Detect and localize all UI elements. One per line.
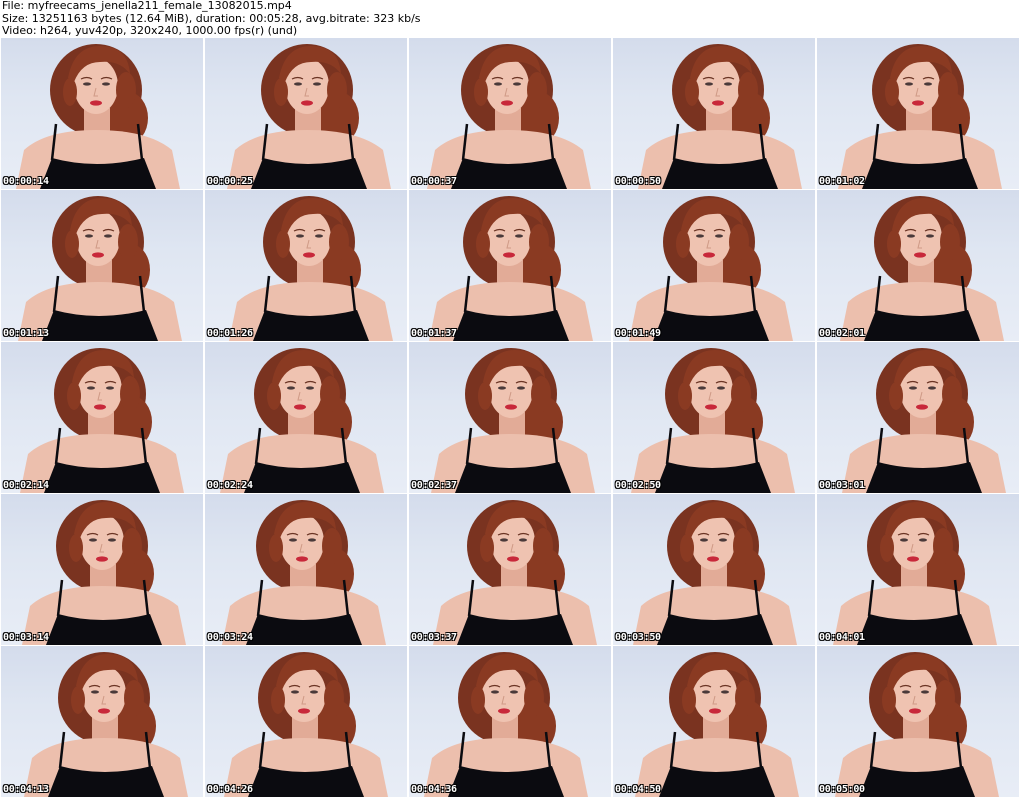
thumbnail-timestamp: 00:02:01: [819, 328, 865, 339]
thumbnail-image: [18, 196, 182, 341]
video-thumbnail[interactable]: 00:04:13: [1, 646, 205, 798]
video-thumbnail[interactable]: 00:04:36: [409, 646, 613, 798]
thumbnail-timestamp: 00:01:13: [3, 328, 49, 339]
thumbnail-timestamp: 00:01:49: [615, 328, 661, 339]
thumbnail-timestamp: 00:03:01: [819, 480, 865, 491]
video-thumbnail[interactable]: 00:01:13: [1, 190, 205, 342]
thumbnail-timestamp: 00:00:14: [3, 176, 49, 187]
video-thumbnail[interactable]: 00:01:02: [817, 38, 1021, 190]
thumbnail-image: [222, 500, 386, 645]
file-size-line: Size: 13251163 bytes (12.64 MiB), durati…: [2, 12, 421, 25]
thumbnail-timestamp: 00:03:14: [3, 632, 49, 643]
thumbnail-timestamp: 00:01:26: [207, 328, 253, 339]
video-thumbnail[interactable]: 00:00:37: [409, 38, 613, 190]
video-thumbnail[interactable]: 00:03:24: [205, 494, 409, 646]
video-thumbnail[interactable]: 00:01:26: [205, 190, 409, 342]
video-thumbnail[interactable]: 00:02:01: [817, 190, 1021, 342]
thumbnail-image: [429, 196, 593, 341]
file-name-line: File: myfreecams_jenella211_female_13082…: [2, 0, 292, 12]
video-thumbnail[interactable]: 00:02:37: [409, 342, 613, 494]
thumbnail-image: [424, 652, 588, 797]
video-thumbnail[interactable]: 00:00:25: [205, 38, 409, 190]
thumbnail-image: [431, 348, 595, 493]
video-thumbnail[interactable]: 00:01:49: [613, 190, 817, 342]
video-thumbnail[interactable]: 00:02:24: [205, 342, 409, 494]
video-thumbnail[interactable]: 00:03:37: [409, 494, 613, 646]
video-thumbnail[interactable]: 00:02:50: [613, 342, 817, 494]
thumbnail-grid: 00:00:14 00:00:25 00:00:37 00:00:50 00:0…: [0, 38, 1024, 798]
thumbnail-timestamp: 00:03:37: [411, 632, 457, 643]
video-thumbnail[interactable]: 00:03:14: [1, 494, 205, 646]
thumbnail-image: [840, 196, 1004, 341]
file-info-header: File: myfreecams_jenella211_female_13082…: [2, 0, 1022, 38]
video-thumbnail[interactable]: 00:00:50: [613, 38, 817, 190]
thumbnail-image: [638, 44, 802, 189]
thumbnail-timestamp: 00:02:24: [207, 480, 253, 491]
video-thumbnail[interactable]: 00:05:00: [817, 646, 1021, 798]
thumbnail-timestamp: 00:01:02: [819, 176, 865, 187]
thumbnail-image: [833, 500, 997, 645]
thumbnail-image: [427, 44, 591, 189]
thumbnail-timestamp: 00:00:37: [411, 176, 457, 187]
thumbnail-timestamp: 00:00:50: [615, 176, 661, 187]
video-thumbnail[interactable]: 00:03:01: [817, 342, 1021, 494]
thumbnail-image: [633, 500, 797, 645]
thumbnail-image: [631, 348, 795, 493]
video-thumbnail[interactable]: 00:04:01: [817, 494, 1021, 646]
thumbnail-image: [835, 652, 999, 797]
thumbnail-timestamp: 00:02:50: [615, 480, 661, 491]
thumbnail-timestamp: 00:04:50: [615, 784, 661, 795]
thumbnail-image: [227, 44, 391, 189]
video-thumbnail[interactable]: 00:02:14: [1, 342, 205, 494]
thumbnail-image: [629, 196, 793, 341]
thumbnail-image: [16, 44, 180, 189]
thumbnail-timestamp: 00:01:37: [411, 328, 457, 339]
thumbnail-image: [635, 652, 799, 797]
thumbnail-image: [433, 500, 597, 645]
thumbnail-timestamp: 00:05:00: [819, 784, 865, 795]
thumbnail-timestamp: 00:02:14: [3, 480, 49, 491]
video-thumbnail[interactable]: 00:04:26: [205, 646, 409, 798]
video-thumbnail[interactable]: 00:04:50: [613, 646, 817, 798]
thumbnail-timestamp: 00:02:37: [411, 480, 457, 491]
thumbnail-image: [22, 500, 186, 645]
thumbnail-image: [24, 652, 188, 797]
thumbnail-image: [838, 44, 1002, 189]
video-info-line: Video: h264, yuv420p, 320x240, 1000.00 f…: [2, 25, 298, 37]
thumbnail-timestamp: 00:04:01: [819, 632, 865, 643]
thumbnail-timestamp: 00:04:36: [411, 784, 457, 795]
thumbnail-image: [220, 348, 384, 493]
video-thumbnail[interactable]: 00:00:14: [1, 38, 205, 190]
thumbnail-image: [842, 348, 1006, 493]
thumbnail-image: [229, 196, 393, 341]
thumbnail-timestamp: 00:04:13: [3, 784, 49, 795]
thumbnail-image: [20, 348, 184, 493]
thumbnail-timestamp: 00:04:26: [207, 784, 253, 795]
video-thumbnail[interactable]: 00:03:50: [613, 494, 817, 646]
thumbnail-timestamp: 00:03:24: [207, 632, 253, 643]
video-thumbnail[interactable]: 00:01:37: [409, 190, 613, 342]
thumbnail-image: [224, 652, 388, 797]
thumbnail-timestamp: 00:00:25: [207, 176, 253, 187]
thumbnail-timestamp: 00:03:50: [615, 632, 661, 643]
